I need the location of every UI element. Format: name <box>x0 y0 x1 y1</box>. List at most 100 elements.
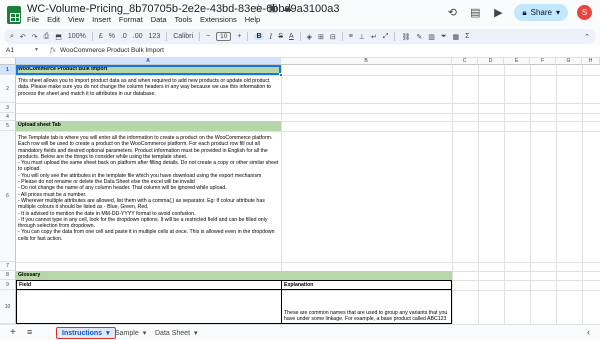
menu-extensions[interactable]: Extensions <box>200 15 237 24</box>
toolbar: ⌕ ↶ ↷ ⎙ ⬒ 100% £ % .0 .00 123 Calibri − … <box>4 29 596 44</box>
font-size-decrease-button[interactable]: − <box>206 33 210 40</box>
add-sheet-icon[interactable]: + <box>10 327 16 338</box>
meet-icon[interactable]: ▶ <box>491 6 505 19</box>
row-header-3[interactable]: 3 <box>0 103 16 113</box>
row-header-10[interactable]: 10 <box>0 290 16 324</box>
text-rotation-icon[interactable]: ⤢ <box>383 33 389 41</box>
cell-a5[interactable]: Upload sheet Tab <box>16 121 281 131</box>
font-select[interactable]: Calibri <box>173 33 193 40</box>
currency-format-button[interactable]: £ <box>99 33 103 40</box>
all-sheets-icon[interactable]: ≡ <box>27 327 32 337</box>
undo-icon[interactable]: ↶ <box>20 33 26 41</box>
menu-help[interactable]: Help <box>245 15 260 24</box>
row-header-5[interactable]: 5 <box>0 121 16 131</box>
star-icon[interactable]: ☆ <box>254 3 268 14</box>
cloud-status-icon[interactable]: ☁ <box>282 3 297 14</box>
row-header-1[interactable]: 1 <box>0 65 16 75</box>
merge-cells-icon[interactable]: ⊟ <box>330 33 336 41</box>
chevron-down-icon: ▾ <box>555 8 560 17</box>
divider <box>91 32 93 41</box>
sheet-tab-bar: + ≡ Instructions ▾ Sample ▾ Data Sheet ▾… <box>0 324 600 340</box>
decrease-decimal-button[interactable]: .0 <box>121 33 127 40</box>
percent-format-button[interactable]: % <box>109 33 115 40</box>
column-header-e[interactable]: E <box>504 58 530 65</box>
fill-handle[interactable] <box>279 73 283 77</box>
zoom-select[interactable]: 100% <box>68 33 86 40</box>
cell-b10[interactable]: These are common names that are used to … <box>281 289 452 324</box>
column-header-b[interactable]: B <box>281 58 452 65</box>
menu-format[interactable]: Format <box>119 15 143 24</box>
cell-a6[interactable]: The Template tab is where you will enter… <box>16 134 281 262</box>
search-menus-icon[interactable]: ⌕ <box>10 33 14 41</box>
column-header-c[interactable]: C <box>452 58 478 65</box>
vertical-align-icon[interactable]: ⊥ <box>359 33 365 41</box>
redo-icon[interactable]: ↷ <box>32 33 38 41</box>
filter-icon[interactable]: ⏷ <box>441 33 447 41</box>
top-right-actions: ⟲ ▤ ▶ 🔒︎ Share ▾ S <box>445 4 592 21</box>
share-label: Share <box>530 8 552 17</box>
sheets-logo-icon[interactable] <box>7 6 21 24</box>
menu-edit[interactable]: Edit <box>47 15 60 24</box>
spreadsheet-grid[interactable]: A B C D E F G H 1 2 3 4 5 6 7 8 9 10 Woo… <box>0 58 600 324</box>
menu-insert[interactable]: Insert <box>92 15 111 24</box>
menu-tools[interactable]: Tools <box>175 15 193 24</box>
column-header-f[interactable]: F <box>530 58 556 65</box>
print-icon[interactable]: ⎙ <box>44 33 50 41</box>
row-header-6[interactable]: 6 <box>0 131 16 262</box>
divider <box>299 32 301 41</box>
font-size-increase-button[interactable]: + <box>237 33 241 40</box>
font-size-input[interactable]: 10 <box>216 32 232 41</box>
row-header-9[interactable]: 9 <box>0 280 16 290</box>
fx-icon: fx <box>50 46 57 54</box>
history-icon[interactable]: ⟲ <box>445 6 459 19</box>
tab-label: Data Sheet <box>155 329 191 337</box>
functions-icon[interactable]: Σ <box>465 33 469 40</box>
text-color-button[interactable]: A <box>289 33 294 40</box>
share-button[interactable]: 🔒︎ Share ▾ <box>514 4 568 21</box>
borders-icon[interactable]: ⊞ <box>318 33 324 41</box>
italic-button[interactable]: I <box>270 33 273 41</box>
name-box[interactable]: A1 <box>6 47 14 54</box>
paint-format-icon[interactable]: ⬒ <box>55 33 62 41</box>
insert-comment-icon[interactable]: ✎ <box>416 33 422 41</box>
gridline <box>16 103 600 104</box>
move-folder-icon[interactable]: ▣ <box>268 3 282 14</box>
bold-button[interactable]: B <box>254 33 264 40</box>
avatar[interactable]: S <box>577 5 592 20</box>
filter-views-icon[interactable]: ▦ <box>452 33 459 41</box>
row-header-2[interactable]: 2 <box>0 75 16 103</box>
column-header-a[interactable]: A <box>16 58 281 65</box>
horizontal-align-icon[interactable]: ≡ <box>349 33 353 40</box>
divider <box>247 32 249 41</box>
tab-data-sheet[interactable]: Data Sheet ▾ <box>150 327 203 339</box>
tab-instructions[interactable]: Instructions ▾ <box>56 327 116 339</box>
insert-chart-icon[interactable]: ▥ <box>428 33 435 41</box>
number-format-button[interactable]: 123 <box>149 33 161 40</box>
explore-icon[interactable]: ‹ <box>587 327 590 337</box>
column-header-h[interactable]: H <box>582 58 600 65</box>
select-all-corner[interactable] <box>0 58 16 65</box>
column-header-g[interactable]: G <box>556 58 582 65</box>
row-header-7[interactable]: 7 <box>0 262 16 271</box>
chevron-down-icon[interactable]: ▾ <box>194 329 198 337</box>
column-header-d[interactable]: D <box>478 58 504 65</box>
cell-a8[interactable]: Glossary <box>16 271 452 280</box>
formula-input[interactable]: WooCommerce Product Bulk Import <box>60 47 164 54</box>
increase-decimal-button[interactable]: .00 <box>133 33 143 40</box>
insert-link-icon[interactable]: ⛓ <box>401 33 410 41</box>
comments-icon[interactable]: ▤ <box>468 6 482 19</box>
cell-a2[interactable]: This sheet allows you to import product … <box>16 77 281 103</box>
menu-view[interactable]: View <box>68 15 84 24</box>
fill-color-icon[interactable]: ◈ <box>307 33 312 41</box>
collapse-toolbar-icon[interactable]: ⌃ <box>584 33 590 41</box>
text-wrap-icon[interactable]: ↵ <box>371 33 377 41</box>
chevron-down-icon[interactable]: ▾ <box>143 329 147 337</box>
strikethrough-button[interactable]: S <box>278 33 283 40</box>
tab-sample[interactable]: Sample ▾ <box>110 327 151 339</box>
cell-a10[interactable] <box>16 289 282 324</box>
menu-data[interactable]: Data <box>151 15 167 24</box>
row-header-4[interactable]: 4 <box>0 113 16 121</box>
menu-file[interactable]: File <box>27 15 39 24</box>
row-header-8[interactable]: 8 <box>0 271 16 280</box>
chevron-down-icon[interactable]: ▼ <box>34 47 39 53</box>
